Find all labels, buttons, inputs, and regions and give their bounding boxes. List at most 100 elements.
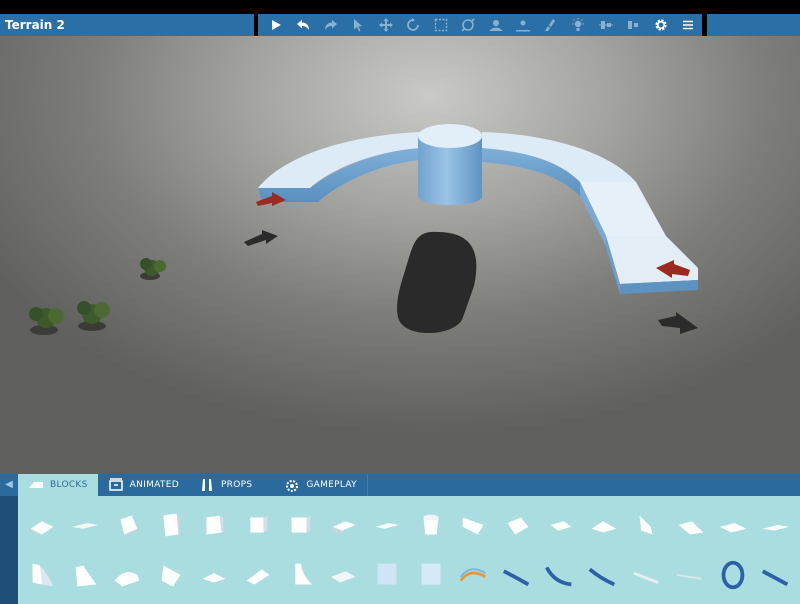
paint-button[interactable] xyxy=(537,14,565,36)
block-item[interactable] xyxy=(409,550,452,600)
block-item[interactable] xyxy=(582,500,625,550)
block-item[interactable] xyxy=(193,550,236,600)
block-item[interactable] xyxy=(755,550,798,600)
block-item[interactable] xyxy=(495,550,538,600)
block-item[interactable] xyxy=(712,500,755,550)
bush-2 xyxy=(77,301,110,331)
block-item[interactable] xyxy=(712,550,755,600)
select-button[interactable] xyxy=(345,14,373,36)
scale-icon xyxy=(434,18,447,32)
block-item[interactable] xyxy=(409,500,452,550)
block-item[interactable] xyxy=(150,500,193,550)
chevron-left-icon: ◀ xyxy=(5,479,13,490)
block-thumbnail-icon xyxy=(721,560,745,590)
lower-terrain-button[interactable] xyxy=(510,14,538,36)
window-title: Terrain 2 xyxy=(0,14,254,36)
block-thumbnail-icon xyxy=(120,515,138,537)
orbit-button[interactable] xyxy=(455,14,483,36)
3d-viewport[interactable] xyxy=(0,36,800,474)
tab-blocks-label: BLOCKS xyxy=(50,480,88,490)
block-item[interactable] xyxy=(323,500,366,550)
asset-tabs: ◀ BLOCKS ANIMATED PROPS GAMEPLAY xyxy=(0,474,800,496)
tab-animated-label: ANIMATED xyxy=(129,480,179,490)
move-icon xyxy=(378,18,393,32)
play-button[interactable] xyxy=(262,14,290,36)
track-straight-segment-2 xyxy=(606,236,698,284)
raise-terrain-icon xyxy=(488,20,503,31)
block-item[interactable] xyxy=(625,500,668,550)
block-item[interactable] xyxy=(236,500,279,550)
block-thumbnail-icon xyxy=(507,517,529,535)
block-item[interactable] xyxy=(366,550,409,600)
block-item[interactable] xyxy=(755,500,798,550)
block-item[interactable] xyxy=(193,500,236,550)
block-thumbnail-icon xyxy=(678,521,704,535)
block-item[interactable] xyxy=(668,500,711,550)
block-thumbnail-icon xyxy=(206,515,224,535)
block-item[interactable] xyxy=(279,500,322,550)
scale-button[interactable] xyxy=(427,14,455,36)
scene xyxy=(29,124,698,335)
block-grid xyxy=(18,496,800,604)
block-thumbnail-icon xyxy=(502,569,530,587)
light-icon xyxy=(572,18,585,31)
block-thumbnail-icon xyxy=(462,517,484,535)
block-item[interactable] xyxy=(452,500,495,550)
block-thumbnail-icon xyxy=(762,569,789,587)
bush-3 xyxy=(29,307,64,335)
rotate-button[interactable] xyxy=(400,14,428,36)
bush-1 xyxy=(140,258,166,280)
settings-gear-icon xyxy=(655,19,667,31)
undo-button[interactable] xyxy=(290,14,318,36)
block-item[interactable] xyxy=(236,550,279,600)
block-item[interactable] xyxy=(539,550,582,600)
align-button[interactable] xyxy=(592,14,620,36)
block-thumbnail-icon xyxy=(246,569,270,585)
block-thumbnail-icon xyxy=(423,514,439,535)
tab-gameplay[interactable]: GAMEPLAY xyxy=(262,474,367,496)
distribute-button[interactable] xyxy=(620,14,648,36)
tab-blocks[interactable]: BLOCKS xyxy=(18,474,98,496)
tab-animated[interactable]: ANIMATED xyxy=(98,474,189,496)
block-thumbnail-icon xyxy=(291,515,311,533)
block-item[interactable] xyxy=(279,550,322,600)
raise-terrain-button[interactable] xyxy=(482,14,510,36)
block-thumbnail-icon xyxy=(592,521,617,533)
block-item[interactable] xyxy=(106,550,149,600)
light-button[interactable] xyxy=(565,14,593,36)
tab-props[interactable]: PROPS xyxy=(189,474,262,496)
block-item[interactable] xyxy=(539,500,582,550)
tabs-scroll-left-button[interactable]: ◀ xyxy=(0,474,18,496)
redo-button[interactable] xyxy=(317,14,345,36)
rotate-icon xyxy=(407,18,420,31)
block-item[interactable] xyxy=(582,550,625,600)
block-item[interactable] xyxy=(20,550,63,600)
block-thumbnail-icon xyxy=(545,566,572,587)
move-button[interactable] xyxy=(372,14,400,36)
menu-icon xyxy=(683,20,694,30)
block-item[interactable] xyxy=(495,500,538,550)
block-thumbnail-icon xyxy=(376,523,399,529)
block-thumbnail-icon xyxy=(30,521,53,537)
block-item[interactable] xyxy=(63,500,106,550)
menu-button[interactable] xyxy=(675,14,703,36)
right-header-bar xyxy=(707,14,800,36)
block-item[interactable] xyxy=(323,550,366,600)
block-thumbnail-icon xyxy=(71,523,99,529)
settings-button[interactable] xyxy=(647,14,675,36)
block-thumbnail-icon xyxy=(763,525,790,531)
block-item[interactable] xyxy=(63,550,106,600)
block-item[interactable] xyxy=(20,500,63,550)
block-item[interactable] xyxy=(366,500,409,550)
block-thumbnail-icon xyxy=(676,574,702,580)
block-item[interactable] xyxy=(452,550,495,600)
asset-panel: ◀ BLOCKS ANIMATED PROPS GAMEPLAY xyxy=(0,474,800,604)
block-thumbnail-icon xyxy=(161,565,181,587)
block-item[interactable] xyxy=(106,500,149,550)
block-thumbnail-icon xyxy=(295,563,313,585)
cylinder-shadow xyxy=(397,231,477,334)
block-thumbnail-icon xyxy=(639,515,653,535)
block-item[interactable] xyxy=(150,550,193,600)
block-item[interactable] xyxy=(625,550,668,600)
block-item[interactable] xyxy=(668,550,711,600)
